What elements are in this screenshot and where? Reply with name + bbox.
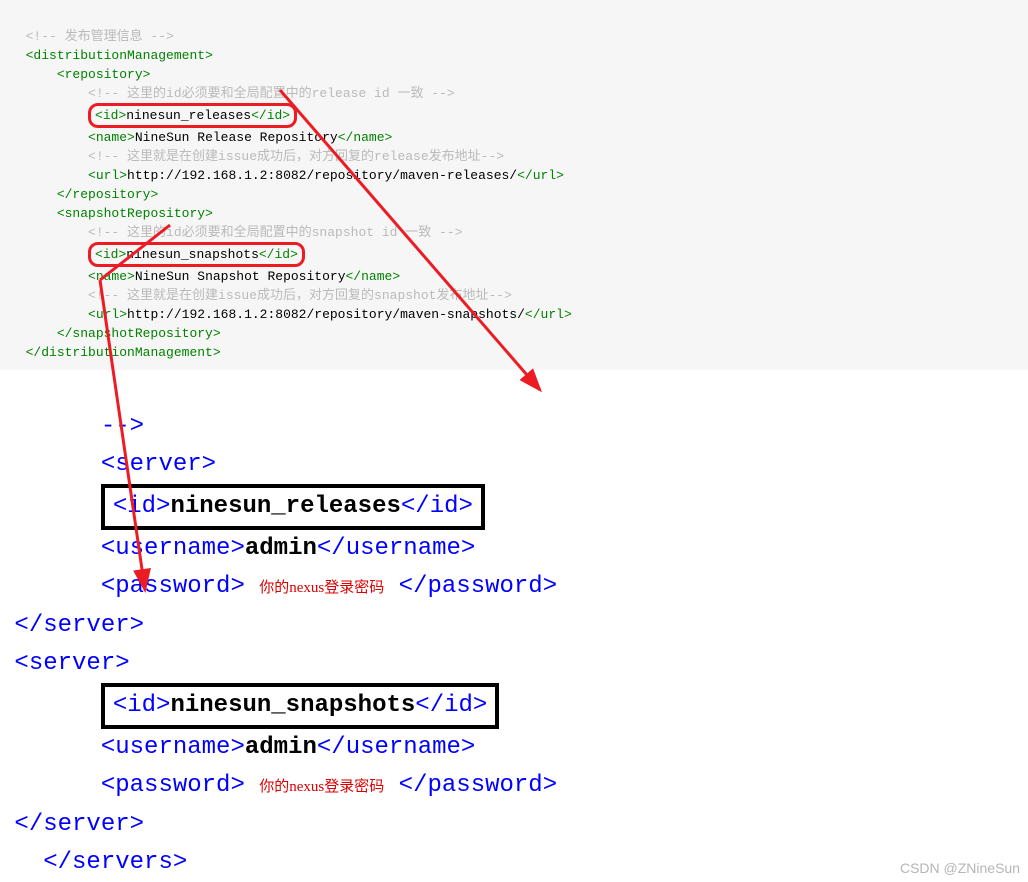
comment: !-- 这里的id必须要和全局配置中的release id 一致 --	[96, 86, 447, 101]
box-snapshots-id: <id>ninesun_snapshots</id>	[101, 683, 500, 729]
comment: !-- 这里就是在创建issue成功后，对方回复的release发布地址--	[96, 149, 496, 164]
watermark: CSDN @ZNineSun	[900, 860, 1020, 876]
highlight-releases-id: <id>ninesun_releases</id>	[88, 103, 297, 128]
tag-distmgmt: distributionManagement	[33, 48, 205, 63]
hint-text: 你的nexus登录密码	[259, 580, 384, 596]
settings-xml-snippet: --> <server> <id>ninesun_releases</id> <…	[0, 370, 1028, 882]
tag-snapshot-repo: snapshotRepository	[65, 206, 205, 221]
comment: !-- 发布管理信息 --	[33, 29, 166, 44]
box-releases-id: <id>ninesun_releases</id>	[101, 484, 485, 530]
highlight-snapshots-id: <id>ninesun_snapshots</id>	[88, 242, 305, 267]
tag-repository: repository	[65, 67, 143, 82]
comment: !-- 这里就是在创建issue成功后，对方回复的snapshot发布地址--	[96, 288, 504, 303]
pom-xml-snippet: <!-- 发布管理信息 --> <distributionManagement>…	[0, 0, 1028, 370]
hint-text: 你的nexus登录密码	[259, 779, 384, 795]
comment: !-- 这里的id必须要和全局配置中的snapshot id 一致 --	[96, 225, 455, 240]
